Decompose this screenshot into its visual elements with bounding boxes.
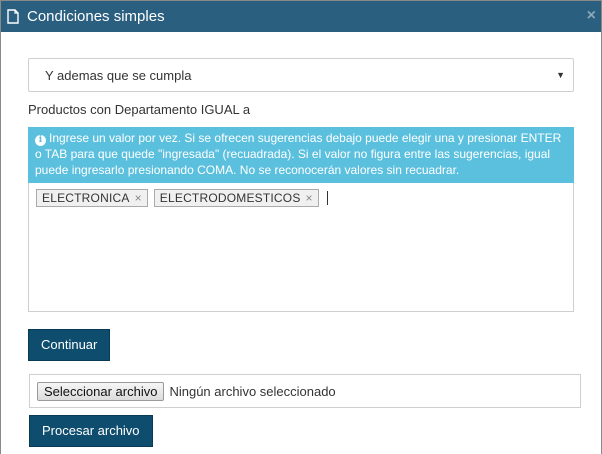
modal-title: Condiciones simples bbox=[27, 8, 165, 25]
info-text: Ingrese un valor por vez. Si se ofrecen … bbox=[35, 131, 562, 177]
process-file-button[interactable]: Procesar archivo bbox=[29, 415, 153, 447]
file-status: Ningún archivo seleccionado bbox=[169, 383, 336, 399]
close-icon[interactable]: × bbox=[587, 8, 596, 24]
tag-remove-icon[interactable]: × bbox=[135, 191, 142, 205]
tag-chip: ELECTRODOMESTICOS × bbox=[153, 189, 319, 207]
tag-chip: ELECTRONICA × bbox=[36, 189, 148, 207]
continue-button[interactable]: Continuar bbox=[28, 329, 111, 361]
info-alert: i Ingrese un valor por vez. Si se ofrecen… bbox=[28, 127, 574, 183]
condition-select[interactable]: Y ademas que se cumpla ▼ bbox=[28, 58, 574, 92]
conditions-modal: Condiciones simples × Y ademas que se cu… bbox=[0, 0, 602, 454]
text-cursor bbox=[326, 191, 328, 205]
tag-label: ELECTRONICA bbox=[42, 191, 130, 205]
choose-file-button[interactable]: Seleccionar archivo bbox=[37, 381, 165, 401]
tag-input[interactable]: ELECTRONICA × ELECTRODOMESTICOS × bbox=[28, 183, 574, 312]
caret-down-icon: ▼ bbox=[556, 70, 565, 80]
tag-label: ELECTRODOMESTICOS bbox=[159, 191, 301, 205]
modal-header: Condiciones simples × bbox=[1, 1, 601, 32]
condition-select-value: Y ademas que se cumpla bbox=[45, 67, 192, 83]
file-input: Seleccionar archivo Ningún archivo selec… bbox=[29, 374, 581, 408]
document-icon bbox=[7, 9, 23, 25]
tag-remove-icon[interactable]: × bbox=[306, 191, 313, 205]
field-label: Productos con Departamento IGUAL a bbox=[28, 102, 251, 117]
info-icon: i bbox=[35, 135, 46, 146]
